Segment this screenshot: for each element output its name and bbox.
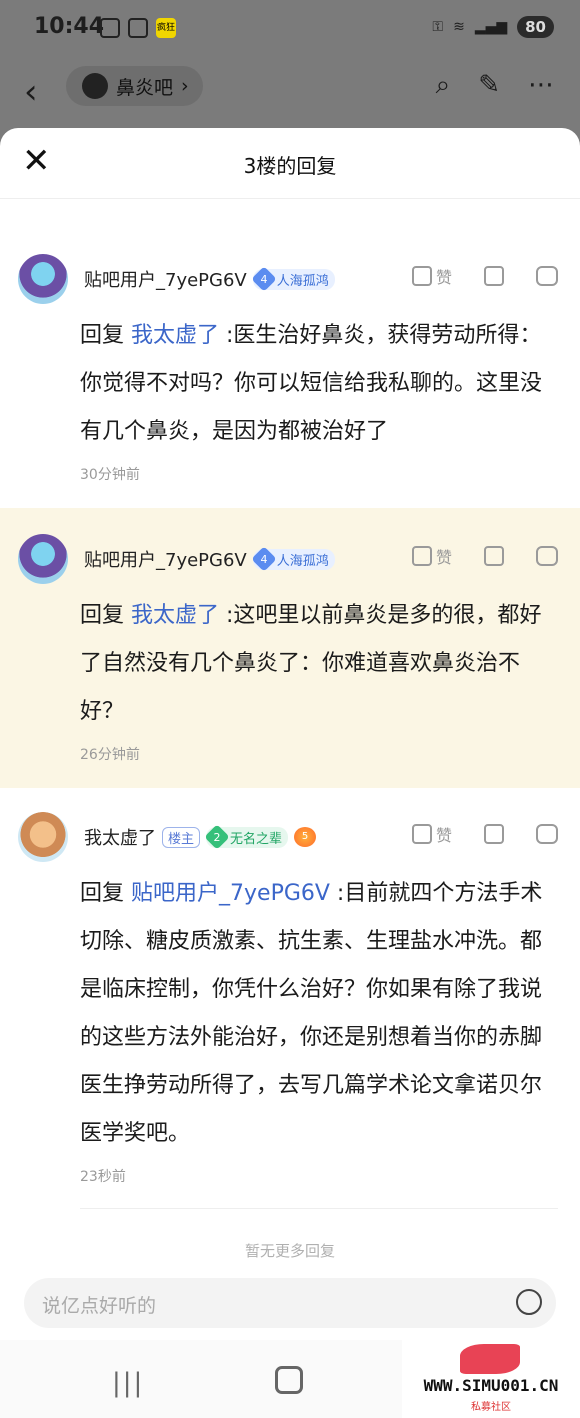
like-label: 赞: [435, 268, 452, 287]
thumb-down-icon[interactable]: [484, 824, 504, 844]
thumb-up-icon: [411, 824, 432, 844]
battery-indicator: 80: [517, 16, 554, 38]
reply-prefix: 回复: [80, 603, 125, 628]
avatar[interactable]: [18, 812, 68, 862]
status-bar: 10:44 疯狂 ⚿ ≋ ▂▄▆ 80: [0, 0, 580, 60]
thumb-down-icon[interactable]: [484, 266, 504, 286]
reply-time: 26分钟前: [80, 747, 140, 763]
reply-item-highlighted: 贴吧用户_7yePG6V 4 人海孤鸿 赞 回复 我太虚了 :这吧里以前鼻炎是多…: [0, 508, 580, 788]
emoji-icon[interactable]: [516, 1289, 542, 1315]
mention-link[interactable]: 我太虚了: [131, 323, 219, 348]
app-notification-icon: [128, 18, 148, 38]
reply-content: 回复 我太虚了 :这吧里以前鼻炎是多的很，都好了自然没有几个鼻炎了：你难道喜欢鼻…: [80, 592, 550, 736]
reply-prefix: 回复: [80, 323, 125, 348]
avatar[interactable]: [18, 534, 68, 584]
home-button[interactable]: [275, 1366, 303, 1394]
username[interactable]: 贴吧用户_7yePG6V: [84, 266, 247, 292]
like-button[interactable]: 赞: [411, 822, 452, 846]
sheet-header: ✕ 3楼的回复: [0, 128, 580, 199]
reply-item: 贴吧用户_7yePG6V 4 人海孤鸿 赞 回复 我太虚了 :医生治好鼻炎，获得…: [0, 228, 580, 508]
like-button[interactable]: 赞: [411, 544, 452, 568]
watermark: WWW.SIMU001.CN 私募社区: [402, 1340, 580, 1418]
comment-icon[interactable]: [536, 824, 558, 844]
level-badge: 2 无名之辈: [204, 824, 289, 850]
comment-icon[interactable]: [536, 546, 558, 566]
level-name: 无名之辈: [230, 831, 283, 847]
signal-icon: ▂▄▆: [474, 19, 508, 35]
mention-link[interactable]: 我太虚了: [131, 603, 219, 628]
reply-text: :目前就四个方法手术切除、糖皮质激素、抗生素、生理盐水冲洗。都是临床控制，你凭什…: [80, 881, 543, 1146]
mention-link[interactable]: 贴吧用户_7yePG6V: [131, 881, 330, 906]
like-button[interactable]: 赞: [411, 264, 452, 288]
level-name: 人海孤鸿: [276, 553, 329, 569]
level-number: 4: [260, 552, 268, 566]
reply-item: 我太虚了 楼主 2 无名之辈 5 赞 回复 贴吧用户_7yePG6V :目前就四…: [0, 788, 580, 1208]
thumb-down-icon[interactable]: [484, 546, 504, 566]
divider: [80, 1208, 558, 1209]
level-badge: 4 人海孤鸿: [251, 546, 335, 572]
sheet-title: 3楼的回复: [243, 154, 337, 178]
reply-time: 30分钟前: [80, 467, 140, 483]
watermark-logo-icon: [460, 1344, 520, 1374]
top-navbar: ‹ 鼻炎吧 › ⌕ ✎ ⋯: [0, 60, 580, 130]
no-more-replies: 暂无更多回复: [244, 1242, 335, 1260]
thumb-up-icon: [411, 546, 432, 566]
edit-icon[interactable]: ✎: [478, 70, 500, 101]
reply-time: 23秒前: [80, 1169, 126, 1185]
level-name: 人海孤鸿: [276, 273, 329, 289]
reply-sheet: ✕ 3楼的回复 贴吧用户_7yePG6V 4 人海孤鸿 赞 回复 我太虚了 :医…: [0, 128, 580, 1340]
level-badge: 4 人海孤鸿: [251, 266, 335, 292]
search-icon[interactable]: ⌕: [436, 70, 451, 101]
thumb-up-icon: [411, 266, 432, 286]
reply-content: 回复 贴吧用户_7yePG6V :目前就四个方法手术切除、糖皮质激素、抗生素、生…: [80, 870, 550, 1158]
flame-badge-icon: 5: [294, 827, 317, 847]
recent-apps-button[interactable]: |||: [112, 1368, 144, 1398]
reply-input-placeholder: 说亿点好听的: [42, 1295, 157, 1317]
app-badge-icon: 疯狂: [156, 18, 176, 38]
forum-pill[interactable]: 鼻炎吧 ›: [66, 66, 203, 106]
like-label: 赞: [435, 826, 452, 845]
screenshot-icon: [100, 18, 120, 38]
wifi-icon: ≋: [453, 19, 465, 35]
chevron-right-icon: ›: [181, 75, 189, 97]
more-icon[interactable]: ⋯: [528, 70, 554, 101]
reply-content: 回复 我太虚了 :医生治好鼻炎，获得劳动所得：你觉得不对吗？你可以短信给我私聊的…: [80, 312, 550, 456]
status-time: 10:44: [34, 14, 105, 39]
username[interactable]: 我太虚了: [84, 824, 156, 850]
level-number: 2: [213, 830, 221, 844]
avatar[interactable]: [18, 254, 68, 304]
forum-avatar: [82, 73, 108, 99]
comment-icon[interactable]: [536, 266, 558, 286]
level-number: 4: [260, 272, 268, 286]
forum-name: 鼻炎吧: [116, 76, 174, 99]
watermark-sub: 私募社区: [471, 1402, 511, 1413]
username[interactable]: 贴吧用户_7yePG6V: [84, 546, 247, 572]
key-icon: ⚿: [432, 19, 444, 35]
owner-badge: 楼主: [162, 826, 201, 848]
like-label: 赞: [435, 548, 452, 567]
reply-prefix: 回复: [80, 881, 125, 906]
reply-input[interactable]: 说亿点好听的: [24, 1278, 556, 1328]
watermark-url: WWW.SIMU001.CN: [423, 1376, 559, 1395]
back-button[interactable]: ‹: [24, 72, 38, 112]
